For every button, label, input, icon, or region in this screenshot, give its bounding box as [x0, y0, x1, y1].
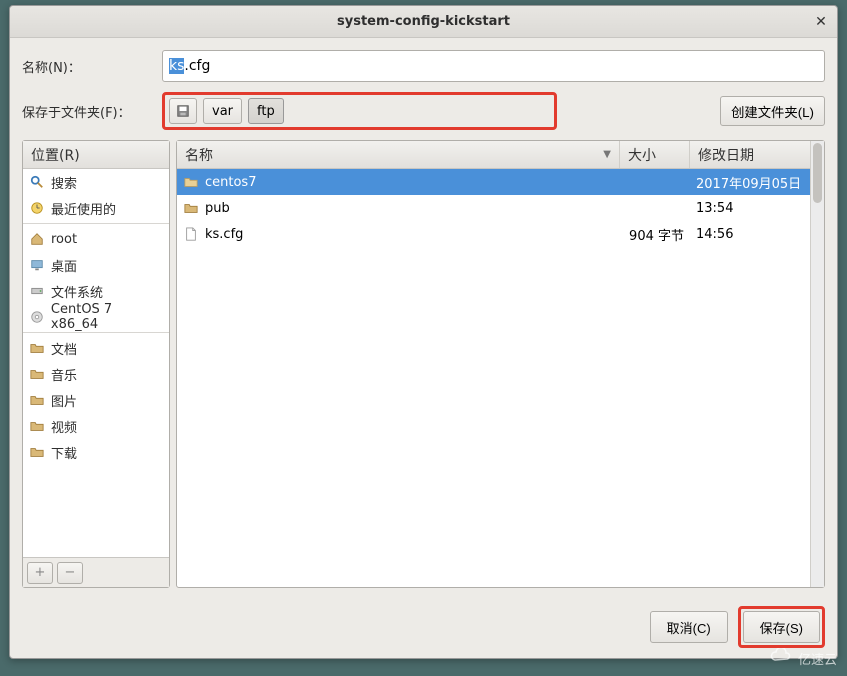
close-icon[interactable]: ✕ [813, 14, 829, 30]
path-seg-root[interactable] [169, 98, 197, 124]
file-list-panel: 名称 ▼ 大小 修改日期 centos7 2 [176, 140, 825, 588]
sidebar-item-filesystem[interactable]: 文件系统 [23, 278, 169, 304]
home-icon [29, 231, 45, 247]
file-list-body: centos7 2017年09月05日 pub 13:54 [177, 169, 810, 587]
savein-row: 保存于文件夹(F)： var ftp 创建文件夹(L) [22, 92, 825, 130]
folder-icon [29, 366, 45, 382]
folder-icon [29, 392, 45, 408]
sidebar-item-label: 图片 [51, 391, 77, 410]
file-row[interactable]: pub 13:54 [177, 195, 810, 221]
add-bookmark-button[interactable]: + [27, 562, 53, 584]
scrollbar-thumb[interactable] [813, 143, 822, 203]
file-date: 14:56 [690, 227, 810, 242]
column-date[interactable]: 修改日期 [690, 141, 810, 168]
places-header[interactable]: 位置(R) [23, 141, 169, 169]
file-date: 13:54 [690, 201, 810, 216]
sidebar-item-videos[interactable]: 视频 [23, 413, 169, 439]
floppy-icon [175, 103, 191, 119]
filename-selected-text: ks [169, 58, 184, 74]
path-seg-var[interactable]: var [203, 98, 242, 124]
folder-icon [183, 174, 199, 190]
save-dialog: system-config-kickstart ✕ 名称(N)： ks.cfg … [9, 5, 838, 659]
path-bar: var ftp [162, 92, 557, 130]
file-name: pub [205, 201, 230, 216]
sidebar-item-label: 音乐 [51, 365, 77, 384]
scrollbar[interactable] [810, 141, 824, 587]
folder-icon [29, 340, 45, 356]
save-button[interactable]: 保存(S) [743, 611, 820, 643]
file-row[interactable]: centos7 2017年09月05日 [177, 169, 810, 195]
divider [23, 223, 169, 224]
sidebar-item-recent[interactable]: 最近使用的 [23, 195, 169, 221]
filename-rest-text: .cfg [184, 58, 210, 74]
sidebar-item-label: 搜索 [51, 173, 77, 192]
remove-bookmark-button[interactable]: − [57, 562, 83, 584]
sidebar-item-desktop[interactable]: 桌面 [23, 252, 169, 278]
file-list-header: 名称 ▼ 大小 修改日期 [177, 141, 810, 169]
cancel-button[interactable]: 取消(C) [650, 611, 728, 643]
file-name: centos7 [205, 175, 256, 190]
places-footer: + − [23, 557, 169, 587]
sidebar-item-label: 文件系统 [51, 282, 103, 301]
sidebar-item-label: 下载 [51, 443, 77, 462]
action-bar: 取消(C) 保存(S) [22, 598, 825, 648]
file-name: ks.cfg [205, 227, 243, 242]
search-icon [29, 174, 45, 190]
column-name[interactable]: 名称 ▼ [177, 141, 620, 168]
sidebar-item-search[interactable]: 搜索 [23, 169, 169, 195]
file-row[interactable]: ks.cfg 904 字节 14:56 [177, 221, 810, 247]
filename-input[interactable]: ks.cfg [162, 50, 825, 82]
sidebar-item-music[interactable]: 音乐 [23, 361, 169, 387]
clock-icon [29, 200, 45, 216]
sidebar-item-label: CentOS 7 x86_64 [51, 302, 163, 332]
filename-label: 名称(N)： [22, 57, 152, 76]
titlebar[interactable]: system-config-kickstart ✕ [10, 6, 837, 38]
places-sidebar: 位置(R) 搜索 最近使用的 root [22, 140, 170, 588]
file-icon [183, 226, 199, 242]
dialog-content: 名称(N)： ks.cfg 保存于文件夹(F)： var ftp 创建文件夹(L… [10, 38, 837, 658]
path-seg-ftp[interactable]: ftp [248, 98, 284, 124]
divider [23, 332, 169, 333]
folder-icon [29, 444, 45, 460]
sidebar-item-label: 文档 [51, 339, 77, 358]
sidebar-item-label: 最近使用的 [51, 199, 116, 218]
file-size: 904 字节 [620, 225, 690, 244]
file-browser: 位置(R) 搜索 最近使用的 root [22, 140, 825, 588]
chevron-down-icon: ▼ [603, 149, 611, 160]
create-folder-button[interactable]: 创建文件夹(L) [720, 96, 825, 126]
column-size[interactable]: 大小 [620, 141, 690, 168]
sidebar-item-downloads[interactable]: 下载 [23, 439, 169, 465]
file-date: 2017年09月05日 [690, 173, 810, 192]
window-title: system-config-kickstart [337, 14, 510, 29]
drive-icon [29, 283, 45, 299]
sidebar-item-documents[interactable]: 文档 [23, 335, 169, 361]
sidebar-item-disc[interactable]: CentOS 7 x86_64 [23, 304, 169, 330]
folder-icon [183, 200, 199, 216]
sidebar-item-root[interactable]: root [23, 226, 169, 252]
file-list: 名称 ▼ 大小 修改日期 centos7 2 [177, 141, 810, 587]
folder-icon [29, 418, 45, 434]
places-list: 搜索 最近使用的 root 桌面 [23, 169, 169, 557]
sidebar-item-label: root [51, 232, 77, 247]
save-highlight: 保存(S) [738, 606, 825, 648]
savein-label: 保存于文件夹(F)： [22, 102, 152, 121]
desktop-icon [29, 257, 45, 273]
sidebar-item-pictures[interactable]: 图片 [23, 387, 169, 413]
sidebar-item-label: 桌面 [51, 256, 77, 275]
disc-icon [29, 309, 45, 325]
sidebar-item-label: 视频 [51, 417, 77, 436]
filename-row: 名称(N)： ks.cfg [22, 50, 825, 82]
